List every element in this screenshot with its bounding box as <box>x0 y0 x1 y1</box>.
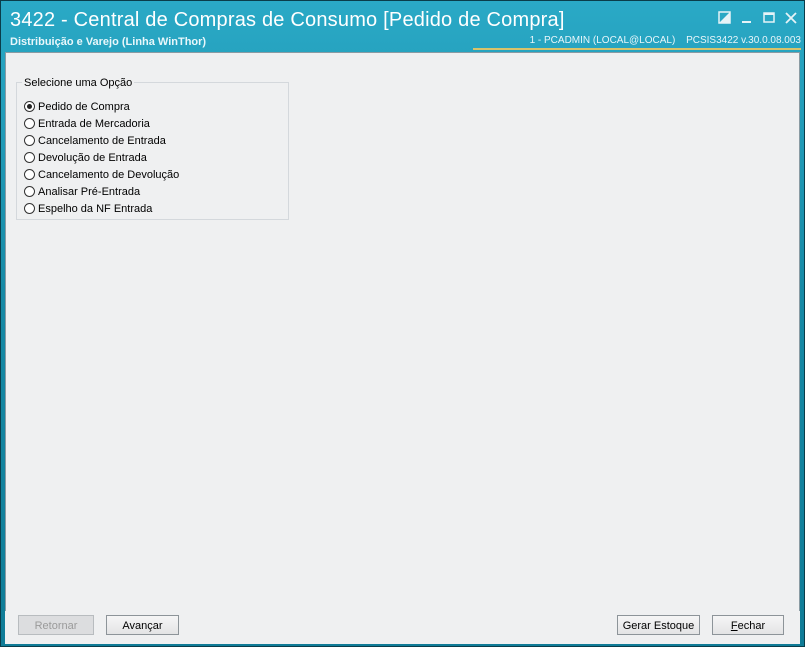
minimize-icon[interactable] <box>740 11 754 25</box>
window-controls <box>718 11 798 25</box>
option-devolucao-de-entrada[interactable]: Devolução de Entrada <box>24 149 179 166</box>
retornar-button[interactable]: Retornar <box>18 615 94 635</box>
option-label: Pedido de Compra <box>38 100 130 113</box>
option-radio-list: Pedido de Compra Entrada de Mercadoria C… <box>24 98 179 217</box>
option-label: Cancelamento de Devolução <box>38 168 180 181</box>
avancar-button[interactable]: Avançar <box>106 615 179 635</box>
close-icon[interactable] <box>784 11 798 25</box>
options-groupbox: Selecione uma Opção Pedido de Compra Ent… <box>16 77 289 220</box>
radio-button[interactable] <box>24 118 35 129</box>
option-cancelamento-de-devolucao[interactable]: Cancelamento de Devolução <box>24 166 179 183</box>
fechar-button[interactable]: Fechar <box>712 615 784 635</box>
option-label: Cancelamento de Entrada <box>38 134 166 147</box>
status-strip: 1 - PCADMIN (LOCAL@LOCAL) PCSIS3422 v.30… <box>522 35 801 49</box>
option-pedido-de-compra[interactable]: Pedido de Compra <box>24 98 179 115</box>
radio-button[interactable] <box>24 135 35 146</box>
title-bar[interactable]: 3422 - Central de Compras de Consumo [Pe… <box>1 1 804 51</box>
option-analisar-pre-entrada[interactable]: Analisar Pré-Entrada <box>24 183 179 200</box>
radio-button[interactable] <box>24 169 35 180</box>
application-window: 3422 - Central de Compras de Consumo [Pe… <box>0 0 805 647</box>
status-user: 1 - PCADMIN (LOCAL@LOCAL) <box>529 35 676 46</box>
option-entrada-de-mercadoria[interactable]: Entrada de Mercadoria <box>24 115 179 132</box>
window-subtitle: Distribuição e Varejo (Linha WinThor) <box>10 36 207 48</box>
status-version: PCSIS3422 v.30.0.08.003 <box>686 35 801 46</box>
window-title: 3422 - Central de Compras de Consumo [Pe… <box>10 9 565 31</box>
gerar-estoque-button[interactable]: Gerar Estoque <box>617 615 700 635</box>
radio-button[interactable] <box>24 203 35 214</box>
groupbox-legend: Selecione uma Opção <box>22 77 135 89</box>
radio-button[interactable] <box>24 152 35 163</box>
option-espelho-da-nf-entrada[interactable]: Espelho da NF Entrada <box>24 200 179 217</box>
option-label: Espelho da NF Entrada <box>38 202 153 215</box>
maximize-icon[interactable] <box>762 11 776 25</box>
radio-button[interactable] <box>24 101 35 112</box>
option-cancelamento-de-entrada[interactable]: Cancelamento de Entrada <box>24 132 179 149</box>
footer-bar: Retornar Avançar Gerar Estoque Fechar <box>5 611 800 644</box>
option-label: Entrada de Mercadoria <box>38 117 150 130</box>
option-label: Analisar Pré-Entrada <box>38 185 141 198</box>
restore-icon[interactable] <box>718 11 732 25</box>
client-area: Selecione uma Opção Pedido de Compra Ent… <box>5 52 800 612</box>
option-label: Devolução de Entrada <box>38 151 147 164</box>
radio-button[interactable] <box>24 186 35 197</box>
accent-line <box>473 48 801 50</box>
